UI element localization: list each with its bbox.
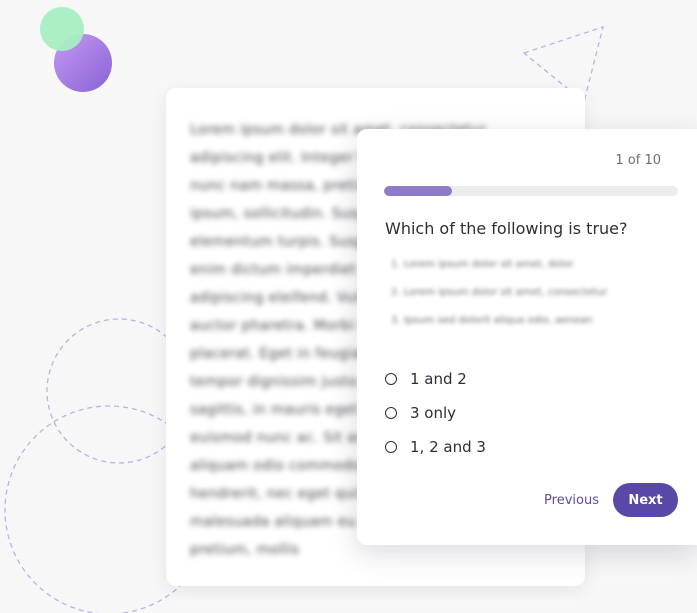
- question-counter: 1 of 10: [615, 153, 661, 168]
- blurred-statements: 1. Lorem ipsum dolor sit amet, dolor 2. …: [391, 251, 607, 335]
- radio-button[interactable]: [385, 373, 397, 385]
- option-1-and-2[interactable]: 1 and 2: [385, 362, 486, 396]
- radio-button[interactable]: [385, 441, 397, 453]
- option-label: 1, 2 and 3: [410, 438, 486, 456]
- progress-bar: [384, 186, 678, 196]
- answer-options: 1 and 2 3 only 1, 2 and 3: [385, 362, 486, 464]
- statement-line: 2. Lorem ipsum dolor sit amet, consectet…: [391, 287, 608, 298]
- quiz-card: 1 of 10 Which of the following is true? …: [357, 129, 697, 545]
- statement-line: 3. Ipsum sed dolorit aliqua odio, aenean: [391, 315, 593, 326]
- quiz-navigation: Previous Next: [544, 483, 678, 517]
- progress-bar-fill: [384, 186, 452, 196]
- option-3-only[interactable]: 3 only: [385, 396, 486, 430]
- next-button[interactable]: Next: [613, 483, 678, 517]
- statement-line: 1. Lorem ipsum dolor sit amet, dolor: [391, 259, 574, 270]
- previous-button[interactable]: Previous: [544, 493, 599, 508]
- option-1-2-and-3[interactable]: 1, 2 and 3: [385, 430, 486, 464]
- green-bubble-decoration: [40, 7, 84, 51]
- option-label: 3 only: [410, 404, 457, 422]
- question-text: Which of the following is true?: [385, 219, 628, 238]
- option-label: 1 and 2: [410, 370, 467, 388]
- radio-button[interactable]: [385, 407, 397, 419]
